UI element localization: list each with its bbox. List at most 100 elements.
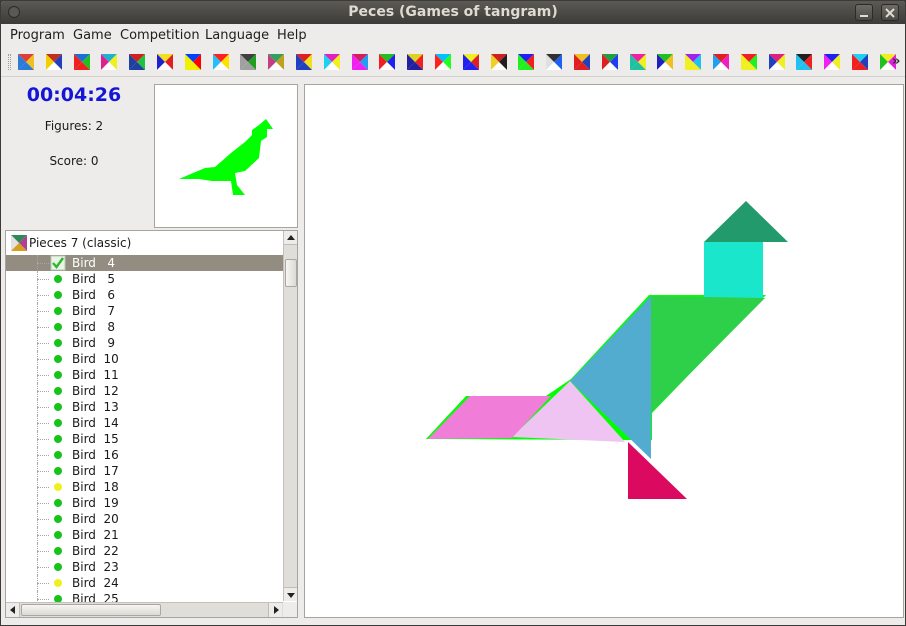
tangram-set-icon [11, 235, 27, 251]
figure-set-10-icon[interactable] [296, 54, 312, 70]
tree-item[interactable]: Bird 20 [6, 511, 283, 527]
figure-set-19-icon[interactable] [546, 54, 563, 70]
minimize-button[interactable] [855, 4, 873, 21]
tree-item-selected[interactable]: Bird 4 [6, 255, 283, 271]
piece-small-triangle-crimson[interactable] [628, 442, 687, 499]
tree-item-label: Bird 16 [72, 448, 119, 462]
figure-set-17-icon[interactable] [490, 54, 507, 70]
figure-set-29-icon[interactable] [824, 54, 841, 70]
tree-item[interactable]: Bird 8 [6, 319, 283, 335]
tree-vertical-scrollbar[interactable] [283, 231, 297, 601]
tree-item[interactable]: Bird 24 [6, 575, 283, 591]
vertical-scroll-thumb[interactable] [285, 259, 297, 287]
bird-silhouette-preview [179, 119, 273, 195]
scroll-up-button[interactable] [284, 231, 297, 245]
tree-item[interactable]: Bird 22 [6, 543, 283, 559]
horizontal-scroll-thumb[interactable] [21, 604, 161, 616]
figure-set-18-icon[interactable] [518, 54, 535, 70]
menu-bar: Program Game Competition Language Help [1, 24, 905, 48]
tree-horizontal-scrollbar[interactable] [6, 602, 283, 617]
tree-item[interactable]: Bird 18 [6, 479, 283, 495]
toolbar-overflow-button[interactable]: » [892, 54, 900, 69]
figure-set-30-icon[interactable] [852, 54, 868, 70]
status-yellow-icon [54, 579, 62, 587]
figure-set-3-icon[interactable] [101, 54, 118, 70]
figure-set-7-icon[interactable] [212, 54, 229, 70]
figure-set-15-icon[interactable] [435, 54, 451, 70]
scroll-right-button[interactable] [268, 603, 282, 617]
app-window: Peces (Games of tangram) Program Game Co… [0, 0, 906, 626]
figure-set-25-icon[interactable] [713, 54, 729, 70]
status-green-icon [54, 451, 62, 459]
figure-set-11-icon[interactable] [323, 54, 340, 70]
status-green-icon [54, 467, 62, 475]
tree-item[interactable]: Bird 6 [6, 287, 283, 303]
tree-branch-line [37, 535, 49, 536]
figure-set-27-icon[interactable] [768, 54, 785, 70]
tree-branch-line [37, 391, 49, 392]
tree-item[interactable]: Bird 21 [6, 527, 283, 543]
tree-item[interactable]: Bird 17 [6, 463, 283, 479]
figure-set-16-icon[interactable] [462, 54, 479, 70]
menu-competition[interactable]: Competition [120, 28, 200, 43]
figure-set-6-icon[interactable] [184, 54, 201, 70]
tree-item-label: Bird 21 [72, 528, 119, 542]
tree-branch-line [37, 279, 49, 280]
tree-item[interactable]: Bird 16 [6, 447, 283, 463]
title-bar[interactable]: Peces (Games of tangram) [1, 1, 905, 24]
pane-splitter[interactable] [299, 84, 303, 618]
figure-set-0-icon[interactable] [18, 54, 34, 70]
tangram-board[interactable] [304, 84, 904, 618]
tree-item-label: Bird 5 [72, 272, 115, 286]
figure-set-4-icon[interactable] [129, 54, 146, 70]
tree-item[interactable]: Bird 15 [6, 431, 283, 447]
menu-help[interactable]: Help [277, 28, 307, 43]
tree-item[interactable]: Bird 11 [6, 367, 283, 383]
scroll-down-button[interactable] [284, 587, 297, 601]
toolbar-grip[interactable] [8, 54, 11, 70]
figure-set-12-icon[interactable] [351, 54, 368, 70]
close-button[interactable] [881, 4, 899, 21]
close-icon [885, 8, 895, 18]
tree-branch-line [37, 519, 49, 520]
tree-branch-line [37, 599, 49, 600]
status-green-icon [54, 339, 62, 347]
figure-set-9-icon[interactable] [268, 54, 285, 70]
figure-set-1-icon[interactable] [45, 54, 62, 70]
piece-large-triangle-green[interactable] [651, 296, 765, 413]
figure-set-28-icon[interactable] [796, 54, 813, 70]
menu-program[interactable]: Program [10, 28, 65, 43]
tree-branch-line [37, 311, 49, 312]
menu-language[interactable]: Language [205, 28, 269, 43]
figure-tree[interactable]: Pieces 7 (classic) Bird 4 Bird 5 Bird 6 Bir… [5, 230, 298, 618]
tree-branch-line [37, 295, 49, 296]
tree-item[interactable]: Bird 19 [6, 495, 283, 511]
figure-set-22-icon[interactable] [629, 54, 646, 70]
figure-set-20-icon[interactable] [574, 54, 590, 70]
tree-item[interactable]: Bird 9 [6, 335, 283, 351]
piece-square[interactable] [704, 242, 763, 298]
figure-set-8-icon[interactable] [240, 54, 257, 70]
toolbar: » [1, 48, 905, 77]
figure-set-13-icon[interactable] [379, 54, 396, 70]
tree-item[interactable]: Bird 7 [6, 303, 283, 319]
piece-small-triangle-top[interactable] [704, 201, 788, 242]
figure-set-5-icon[interactable] [157, 54, 173, 70]
tree-item[interactable]: Bird 14 [6, 415, 283, 431]
figure-set-24-icon[interactable] [685, 54, 702, 70]
figure-set-14-icon[interactable] [407, 54, 424, 70]
figure-set-2-icon[interactable] [73, 54, 90, 70]
figure-set-26-icon[interactable] [740, 54, 757, 70]
menu-game[interactable]: Game [73, 28, 112, 43]
tree-branch-line [37, 359, 49, 360]
tree-item[interactable]: Bird 13 [6, 399, 283, 415]
scroll-left-button[interactable] [6, 603, 20, 617]
tree-item[interactable]: Bird 12 [6, 383, 283, 399]
tree-item-label: Bird 17 [72, 464, 119, 478]
tree-item[interactable]: Bird 5 [6, 271, 283, 287]
figure-set-21-icon[interactable] [601, 54, 618, 70]
board-canvas[interactable] [305, 85, 903, 617]
tree-item[interactable]: Bird 10 [6, 351, 283, 367]
tree-item[interactable]: Bird 23 [6, 559, 283, 575]
figure-set-23-icon[interactable] [657, 54, 674, 70]
